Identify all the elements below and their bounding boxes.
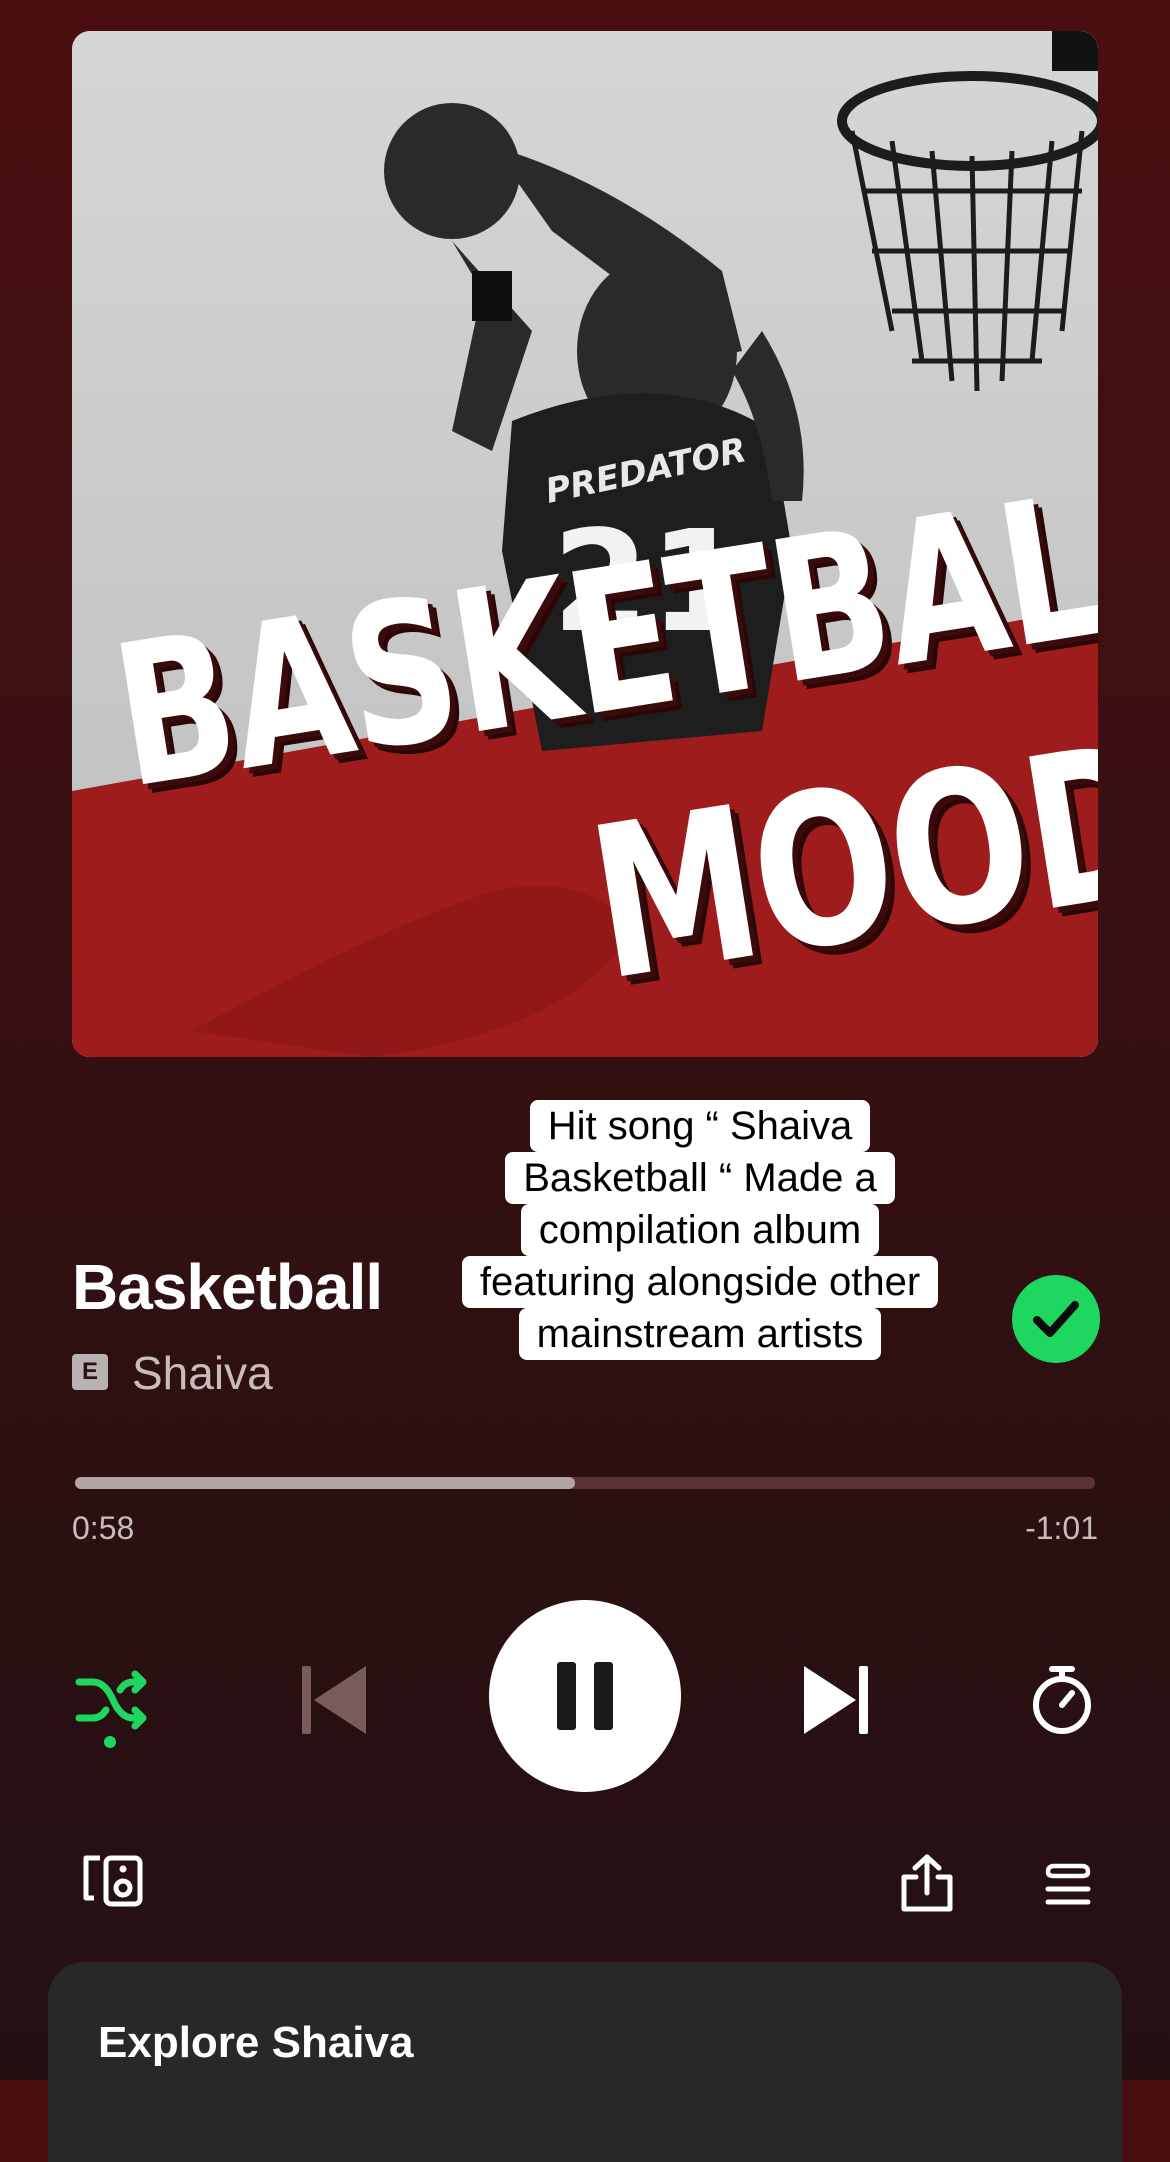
caption-line: mainstream artists [518, 1308, 882, 1360]
progress-fill [75, 1477, 575, 1489]
liked-button[interactable] [1012, 1275, 1100, 1363]
shuffle-button[interactable] [62, 1650, 162, 1750]
caption-line: Basketball “ Made a [505, 1152, 895, 1204]
connect-devices-button[interactable] [74, 1848, 152, 1914]
checkmark-icon [1033, 1301, 1079, 1337]
caption-line: Hit song “ Shaiva [529, 1100, 871, 1152]
previous-button[interactable] [284, 1650, 384, 1750]
remaining-time: -1:01 [1025, 1510, 1098, 1546]
play-pause-button[interactable] [489, 1600, 681, 1792]
caption-line: featuring alongside other [461, 1256, 939, 1308]
sleep-timer-icon [1033, 1666, 1091, 1734]
album-art: PREDATOR 21 BASKETBALL MOOD [72, 31, 1098, 1057]
explore-title: Explore Shaiva [98, 2018, 414, 2067]
connect-devices-icon [83, 1855, 143, 1907]
skip-next-icon [804, 1666, 868, 1734]
shuffle-icon [75, 1670, 147, 1730]
explicit-badge: E [72, 1354, 108, 1390]
caption-overlay: Hit song “ Shaiva Basketball “ Made a co… [430, 1100, 970, 1360]
sleep-timer-button[interactable] [1012, 1650, 1112, 1750]
pause-icon [557, 1662, 613, 1730]
caption-line: compilation album [520, 1204, 880, 1256]
elapsed-time: 0:58 [72, 1510, 135, 1546]
share-icon [901, 1854, 953, 1912]
skip-previous-icon [302, 1666, 366, 1734]
queue-icon [1045, 1863, 1091, 1905]
shuffle-active-dot [104, 1736, 116, 1748]
explore-artist-panel[interactable]: Explore Shaiva [48, 1962, 1122, 2162]
queue-button[interactable] [1032, 1852, 1104, 1916]
next-button[interactable] [786, 1650, 886, 1750]
progress-bar[interactable] [75, 1477, 1095, 1489]
share-button[interactable] [890, 1848, 964, 1918]
track-title[interactable]: Basketball [72, 1250, 383, 1324]
artist-name[interactable]: Shaiva [132, 1346, 273, 1400]
